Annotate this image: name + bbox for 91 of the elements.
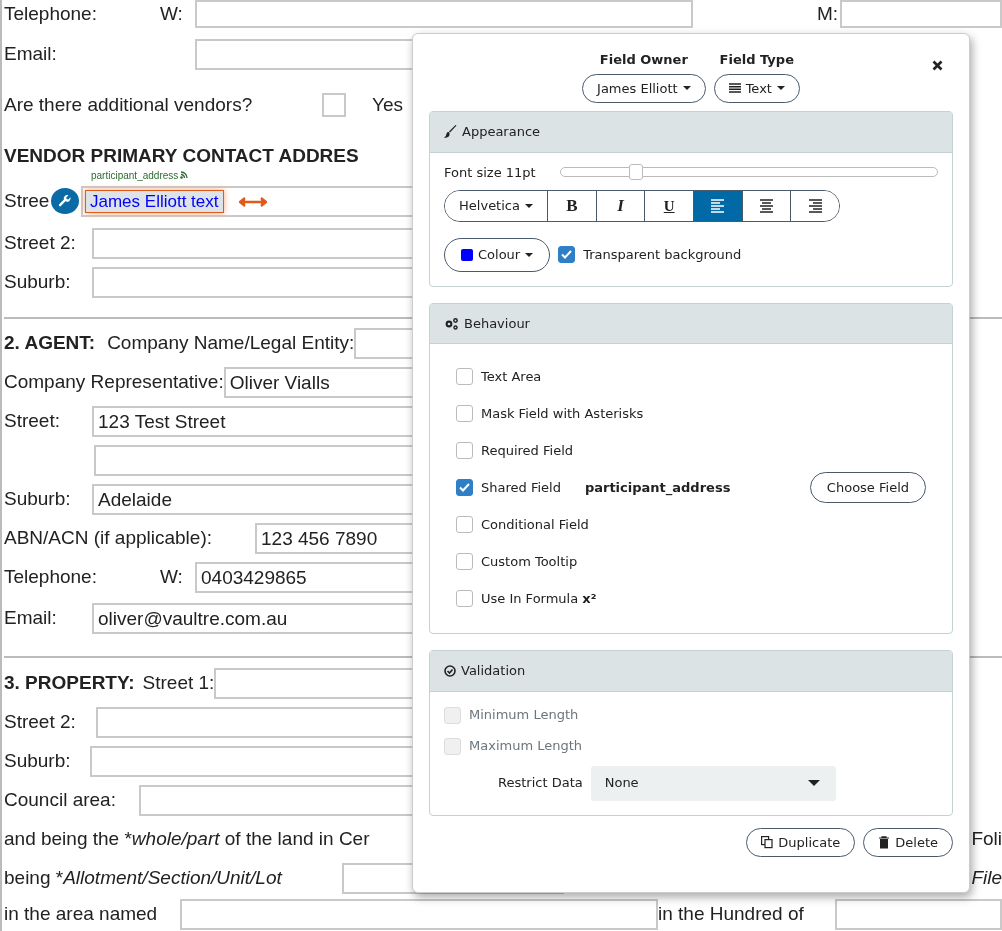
checkbox[interactable] [456, 368, 473, 385]
checkbox[interactable] [456, 516, 473, 533]
slider-thumb[interactable] [628, 164, 643, 181]
text-field[interactable] [180, 899, 658, 930]
checkbox[interactable] [456, 479, 473, 496]
caret-icon [682, 86, 691, 91]
form-label: Street 1: [142, 671, 215, 696]
choose-field-button[interactable]: Choose Field [809, 471, 926, 504]
form-label: in the Hundred of [658, 902, 805, 927]
placed-text-field[interactable]: James Elliott text [85, 189, 224, 213]
align-left-button[interactable] [693, 191, 742, 221]
form-label: Suburb: [4, 270, 72, 295]
colour-dropdown[interactable]: Colour [444, 238, 551, 272]
checkbox[interactable] [558, 246, 576, 264]
delete-button[interactable]: Delete [863, 827, 953, 857]
form-label: Are there additional vendors? [4, 92, 254, 117]
form-label: Email: [4, 606, 58, 631]
form-label: Street 2: [4, 710, 77, 735]
form-label: File [971, 866, 1002, 891]
lines-icon [728, 83, 741, 94]
form-label: Email: [4, 41, 58, 66]
text-field[interactable] [195, 0, 693, 28]
form-label: being *Allotment/Section/Unit/Lot [4, 866, 284, 891]
form-label: W: [160, 2, 184, 26]
owner-dropdown[interactable]: James Elliott [582, 73, 706, 103]
form-label: Street: [4, 409, 61, 434]
checkbox-label: Maximum Length [469, 737, 583, 756]
checkbox[interactable] [322, 93, 346, 117]
trash-icon [878, 835, 891, 849]
gears-icon [444, 316, 459, 330]
field-heading: Field Owner [599, 51, 688, 69]
checkbox[interactable] [456, 590, 473, 607]
field-tag-label: participant_address [91, 168, 179, 183]
restrict-data-select[interactable]: None [590, 765, 836, 801]
form-label: Suburb: [4, 749, 72, 774]
checkbox[interactable] [456, 442, 473, 459]
form-label: Street 2: [4, 231, 77, 256]
checkbox-label: Mask Field with Asterisks [481, 404, 644, 423]
duplicate-button[interactable]: Duplicate [746, 827, 856, 857]
form-label: Suburb: [4, 487, 72, 512]
form-label: Foli [971, 827, 1002, 852]
select-value: None [604, 774, 639, 793]
form-label: ABN/ACN (if applicable): [4, 526, 214, 551]
form-label: W: [160, 565, 184, 590]
form-label: Telephone: [4, 2, 98, 26]
brush-icon [444, 125, 457, 139]
checkbox-label: Text Area [481, 367, 542, 386]
caret-icon [776, 86, 785, 91]
align-icon [711, 199, 725, 213]
resize-arrow-icon[interactable] [239, 196, 267, 207]
checkbox-label: Transparent background [583, 246, 742, 264]
close-icon[interactable] [932, 60, 943, 71]
align-right-button[interactable] [790, 191, 839, 221]
form-label: Telephone: [4, 565, 98, 590]
check-circle-icon [444, 664, 456, 677]
section-heading: VENDOR PRIMARY CONTACT ADDRES [4, 143, 359, 168]
form-label: Company Name/Legal Entity: [107, 331, 355, 356]
copy-icon [761, 835, 774, 849]
panel-title: Appearance [462, 123, 541, 141]
wrench-icon [58, 194, 72, 208]
restrict-data-label: Restrict Data [498, 774, 583, 793]
form-label: Yes [372, 92, 403, 117]
check-icon [561, 250, 573, 260]
checkbox-label: Required Field [481, 441, 573, 460]
panel-title: Validation [461, 662, 526, 680]
section-heading: 3. PROPERTY: [4, 671, 135, 696]
form-label: Stree [4, 188, 51, 213]
caret-icon [524, 204, 533, 208]
panel-title: Behaviour [464, 314, 530, 333]
caret-icon [807, 780, 820, 786]
field-tool-button[interactable] [51, 188, 79, 214]
section-heading: 2. AGENT: [4, 331, 96, 356]
form-label: in the area named [4, 902, 159, 927]
checkbox-label: Conditional Field [481, 515, 589, 534]
feed-icon [180, 171, 189, 179]
align-icon [808, 199, 822, 213]
checkbox[interactable] [456, 553, 473, 570]
check-icon [459, 483, 470, 492]
form-label: Company Representative: [4, 370, 224, 395]
form-label: M: [815, 2, 839, 26]
form-label: Council area: [4, 788, 117, 813]
type-dropdown[interactable]: Text [713, 73, 800, 103]
field-heading: Field Type [719, 51, 794, 69]
text-field[interactable] [835, 899, 1002, 930]
checkbox-label: Custom Tooltip [481, 552, 578, 571]
checkbox-label: Minimum Length [469, 706, 579, 725]
text-field[interactable] [840, 0, 1002, 28]
caret-icon [525, 252, 534, 257]
form-label: and being the *whole/part of the land in Cer [4, 827, 370, 852]
align-icon [760, 199, 773, 213]
checkbox[interactable] [456, 405, 473, 422]
